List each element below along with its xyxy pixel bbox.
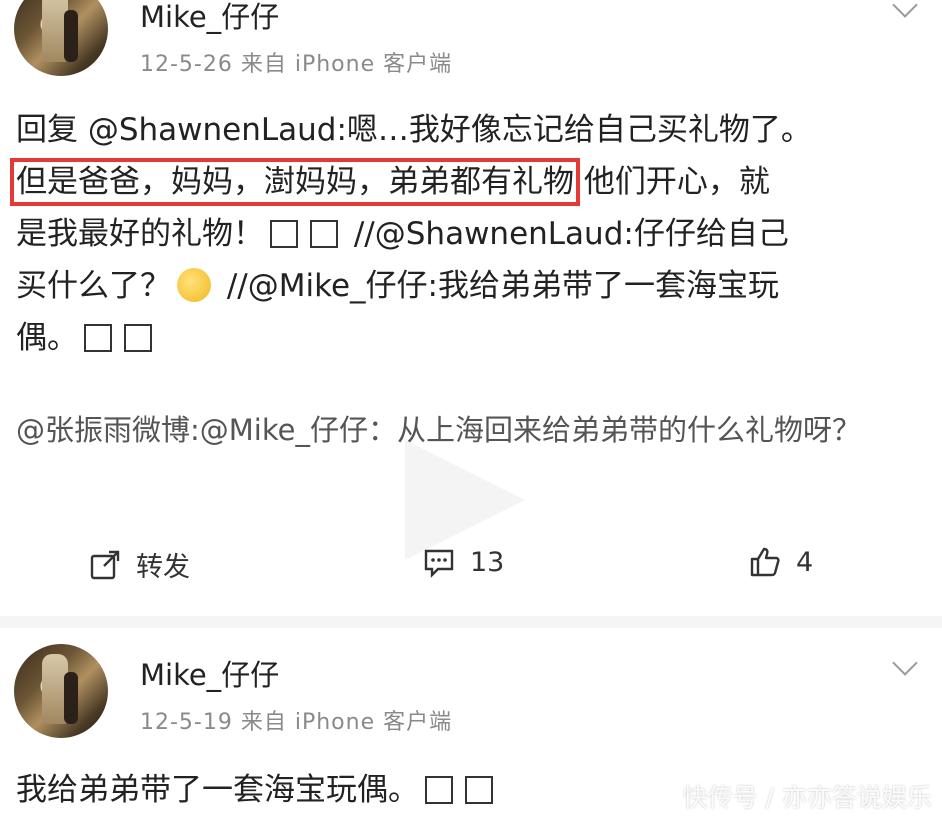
emoji-placeholder-icon: [124, 324, 152, 352]
body-text-segment: //@Mike_仔仔:我给弟弟带了一套海宝玩: [217, 268, 779, 304]
emoji-placeholder-icon: [310, 220, 338, 248]
body-line: 买什么了？ //@Mike_仔仔:我给弟弟带了一套海宝玩: [16, 260, 916, 312]
body-line: 偶。: [16, 312, 916, 364]
action-bar: 转发 13 4: [0, 545, 942, 591]
repost-label: 转发: [136, 552, 190, 583]
comment-count: 13: [470, 546, 505, 578]
username[interactable]: Mike_仔仔: [140, 0, 279, 36]
post-divider: [0, 616, 942, 628]
comment-icon: [424, 549, 454, 578]
username[interactable]: Mike_仔仔: [140, 652, 279, 694]
body-text-segment: //@ShawnenLaud:仔仔给自己: [344, 216, 789, 252]
body-text-segment: 买什么了？: [16, 268, 171, 304]
share-box-icon: [90, 550, 120, 579]
watermark: 快传号 / 亦亦答说娱乐: [682, 783, 932, 812]
post-meta: 12-5-26 来自 iPhone 客户端: [140, 52, 453, 77]
body-line: 是我最好的礼物！ //@ShawnenLaud:仔仔给自己: [16, 208, 916, 260]
body-line: 但是爸爸，妈妈，澍妈妈，弟弟都有礼物 他们开心，就: [10, 156, 916, 208]
post-meta: 12-5-19 来自 iPhone 客户端: [140, 710, 453, 735]
body-line: 回复 @ShawnenLaud:嗯…我好像忘记给自己买礼物了。: [16, 112, 812, 148]
thinking-emoji-icon: [177, 268, 211, 302]
body-text-segment: 他们开心，就: [574, 164, 770, 200]
repost-button[interactable]: 转发: [88, 545, 190, 584]
avatar[interactable]: [14, 644, 108, 738]
body-text-segment: 我给弟弟带了一套海宝玩偶。: [16, 772, 419, 808]
emoji-placeholder-icon: [465, 776, 493, 804]
chevron-down-icon[interactable]: [892, 0, 918, 18]
emoji-placeholder-icon: [270, 220, 298, 248]
thumbs-up-icon: [750, 547, 780, 577]
comment-button[interactable]: 13: [422, 545, 504, 579]
body-text-segment: 是我最好的礼物！: [16, 216, 264, 252]
avatar[interactable]: [14, 0, 108, 76]
highlighted-text: 但是爸爸，妈妈，澍妈妈，弟弟都有礼物: [10, 158, 580, 206]
chevron-down-icon[interactable]: [892, 650, 918, 676]
post-body: 回复 @ShawnenLaud:嗯…我好像忘记给自己买礼物了。 但是爸爸，妈妈，…: [10, 104, 916, 364]
emoji-placeholder-icon: [425, 776, 453, 804]
play-watermark-icon: [405, 440, 525, 560]
like-count: 4: [796, 546, 814, 578]
body-text-segment: 偶。: [16, 320, 78, 356]
emoji-placeholder-icon: [84, 324, 112, 352]
like-button[interactable]: 4: [748, 545, 813, 579]
